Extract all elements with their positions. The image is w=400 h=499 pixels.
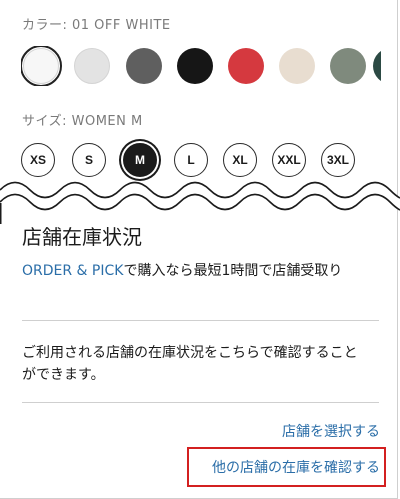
size-l-button[interactable]: L [174, 143, 208, 177]
section-divider [22, 320, 379, 321]
swatch-off-white[interactable] [21, 46, 62, 86]
order-pick-text: で購入なら最短1時間で店舗受取り [123, 263, 343, 279]
select-store-link[interactable]: 店舗を選択する [282, 421, 380, 441]
size-xxl-button[interactable]: XXL [272, 143, 306, 177]
size-xs-button[interactable]: XS [21, 143, 55, 177]
size-label: サイズ: WOMEN M [22, 114, 143, 129]
color-label: カラー: 01 OFF WHITE [22, 18, 171, 33]
swatch-red[interactable] [228, 48, 264, 84]
swatch-black[interactable] [177, 48, 213, 84]
swatch-gray[interactable] [126, 48, 162, 84]
section-divider [22, 402, 379, 403]
swatch-olive-gray[interactable] [330, 48, 366, 84]
size-s-button[interactable]: S [72, 143, 106, 177]
size-selector: XS S M L XL XXL 3XL [21, 143, 391, 179]
color-swatch-list [21, 46, 381, 86]
stock-info-text: ご利用される店舗の在庫状況をこちらで確認することができます。 [22, 345, 358, 383]
check-other-stores-link[interactable]: 他の店舗の在庫を確認する [212, 457, 380, 477]
swatch-light-gray[interactable] [74, 48, 110, 84]
size-xl-button[interactable]: XL [223, 143, 257, 177]
swatch-beige[interactable] [279, 48, 315, 84]
swatch-dark-green[interactable] [373, 48, 381, 84]
order-pick-link[interactable]: ORDER & PICK [22, 263, 123, 279]
size-3xl-button[interactable]: 3XL [321, 143, 355, 177]
product-options-frame: カラー: 01 OFF WHITE サイズ: WOMEN M XS S M L … [0, 0, 400, 499]
store-stock-title: 店舗在庫状況 [22, 225, 142, 249]
size-m-button[interactable]: M [123, 143, 157, 177]
order-pick-info: ORDER & PICKで購入なら最短1時間で店舗受取り [22, 260, 367, 282]
